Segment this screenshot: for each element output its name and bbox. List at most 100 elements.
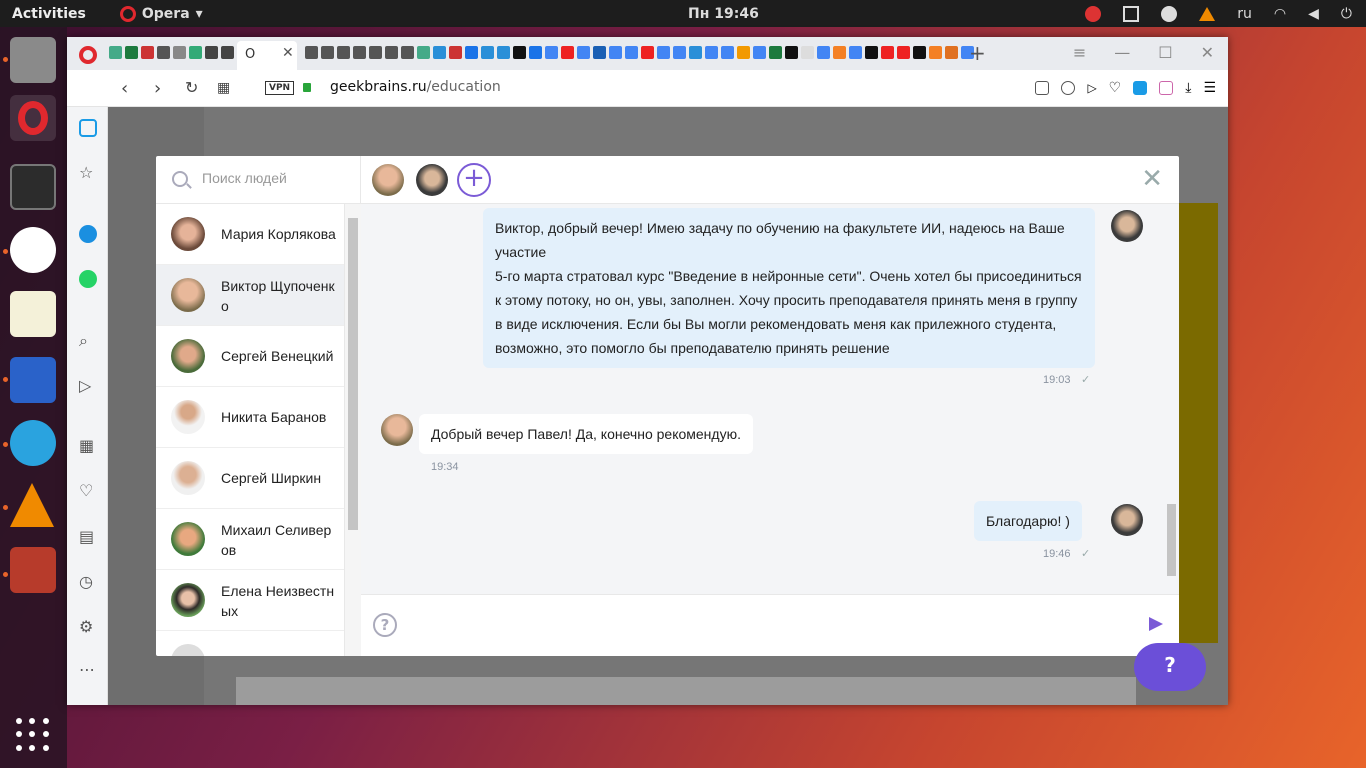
messenger-icon[interactable] <box>79 225 97 243</box>
power-icon[interactable]: ⏻ <box>1341 6 1352 22</box>
tab-favicon[interactable] <box>173 46 186 59</box>
tab-favicon[interactable] <box>897 46 910 59</box>
tab-favicon[interactable] <box>157 46 170 59</box>
tab-favicon[interactable] <box>205 46 218 59</box>
list-item[interactable]: Сергей Венецкий <box>156 326 344 387</box>
tab-favicon[interactable] <box>481 46 494 59</box>
lock-icon[interactable] <box>303 83 311 92</box>
tab-favicon[interactable] <box>497 46 510 59</box>
slack-icon[interactable] <box>10 227 56 273</box>
tab-favicon[interactable] <box>817 46 830 59</box>
wifi-icon[interactable]: ◠ <box>1274 6 1286 22</box>
tab-favicon[interactable] <box>305 46 318 59</box>
tab-favicon[interactable] <box>369 46 382 59</box>
tab-close-icon[interactable]: ✕ <box>282 45 294 61</box>
installer-icon[interactable] <box>10 547 56 593</box>
maximize-button[interactable]: ☐ <box>1158 43 1172 62</box>
tab-favicon[interactable] <box>737 46 750 59</box>
tab-favicon[interactable] <box>433 46 446 59</box>
add-participant-button[interactable]: + <box>457 163 491 197</box>
tab-favicon[interactable] <box>721 46 734 59</box>
extension-icon[interactable] <box>1159 81 1174 95</box>
tab-favicon[interactable] <box>673 46 686 59</box>
terminal-icon[interactable] <box>10 164 56 210</box>
star-icon[interactable]: ☆ <box>79 163 97 182</box>
list-item[interactable]: Виктор Щупоченко <box>156 265 344 326</box>
help-icon[interactable]: ? <box>373 613 397 637</box>
tab-favicon[interactable] <box>657 46 670 59</box>
reload-button[interactable]: ↻ <box>185 78 198 97</box>
tab-favicon[interactable] <box>769 46 782 59</box>
tab-favicon[interactable] <box>913 46 926 59</box>
heart-icon[interactable]: ♡ <box>1109 80 1122 96</box>
tab-favicon[interactable] <box>353 46 366 59</box>
tab-favicon[interactable] <box>109 46 122 59</box>
people-search-input[interactable] <box>202 170 352 186</box>
speed-dial-icon[interactable]: ▦ <box>217 80 230 96</box>
telegram-icon[interactable] <box>10 420 56 466</box>
settings-icon[interactable]: ⚙ <box>79 617 97 636</box>
tab-favicon[interactable] <box>609 46 622 59</box>
close-icon[interactable]: ✕ <box>1141 166 1163 192</box>
back-button[interactable]: ‹ <box>121 78 128 99</box>
clipboard-icon[interactable] <box>1123 5 1140 22</box>
tab-favicon[interactable] <box>881 46 894 59</box>
send-icon[interactable]: ▷ <box>1087 81 1096 95</box>
tab-favicon[interactable] <box>833 46 846 59</box>
list-item[interactable] <box>156 631 344 656</box>
tab-favicon[interactable] <box>337 46 350 59</box>
file-manager-icon[interactable] <box>10 37 56 83</box>
tab-favicon[interactable] <box>865 46 878 59</box>
news-icon[interactable]: ▤ <box>79 527 97 546</box>
tab-favicon[interactable] <box>449 46 462 59</box>
extension-icon[interactable] <box>1133 81 1148 95</box>
tab-favicon[interactable] <box>625 46 638 59</box>
tab-menu-icon[interactable]: ≡ <box>1073 43 1086 62</box>
tab-favicon[interactable] <box>465 46 478 59</box>
activities-button[interactable]: Activities <box>12 6 86 22</box>
home-icon[interactable] <box>79 119 97 137</box>
camera-icon[interactable] <box>1035 81 1050 95</box>
list-item[interactable]: Михаил Селиверов <box>156 509 344 570</box>
tab-favicon[interactable] <box>125 46 138 59</box>
tab-favicon[interactable] <box>417 46 430 59</box>
search-icon[interactable]: ⌕ <box>79 331 97 350</box>
download-icon[interactable]: ⤓ <box>1185 80 1191 96</box>
tabs-icon[interactable]: ▦ <box>79 436 97 455</box>
list-item[interactable]: Никита Баранов <box>156 387 344 448</box>
participant-avatar[interactable] <box>416 164 448 196</box>
minimize-button[interactable]: — <box>1114 43 1130 62</box>
participant-avatar[interactable] <box>372 164 404 196</box>
tab-favicon[interactable] <box>593 46 606 59</box>
tab-favicon[interactable] <box>689 46 702 59</box>
tab-favicon[interactable] <box>945 46 958 59</box>
slack-tray-icon[interactable] <box>1161 5 1178 22</box>
clock[interactable]: Пн 19:46 <box>688 6 759 22</box>
tab-favicon[interactable] <box>801 46 814 59</box>
new-tab-button[interactable]: + <box>969 41 986 65</box>
tab-favicon[interactable] <box>385 46 398 59</box>
tab-favicon[interactable] <box>529 46 542 59</box>
list-item[interactable]: Елена Неизвестных <box>156 570 344 631</box>
scrollbar-thumb[interactable] <box>348 218 358 530</box>
tasks-icon[interactable] <box>10 357 56 403</box>
whatsapp-icon[interactable] <box>79 270 97 288</box>
more-icon[interactable]: ⋯ <box>79 660 97 679</box>
chat-scrollbar[interactable] <box>1164 204 1179 594</box>
tab-favicon[interactable] <box>321 46 334 59</box>
show-applications-icon[interactable] <box>16 718 50 752</box>
url-field[interactable]: geekbrains.ru/education <box>330 79 501 95</box>
notification-icon[interactable] <box>1085 5 1102 22</box>
tab-favicon[interactable] <box>929 46 942 59</box>
vlc-tray-icon[interactable] <box>1199 6 1216 21</box>
tab-favicon[interactable] <box>849 46 862 59</box>
tab-favicon[interactable] <box>705 46 718 59</box>
tab-favicon[interactable] <box>401 46 414 59</box>
flow-icon[interactable]: ▷ <box>79 376 97 395</box>
send-icon[interactable] <box>1149 617 1163 631</box>
tab-favicon[interactable] <box>641 46 654 59</box>
scrollbar-thumb[interactable] <box>1167 504 1176 576</box>
tab-favicon[interactable] <box>141 46 154 59</box>
tab-favicon[interactable] <box>561 46 574 59</box>
tab-favicon[interactable] <box>189 46 202 59</box>
